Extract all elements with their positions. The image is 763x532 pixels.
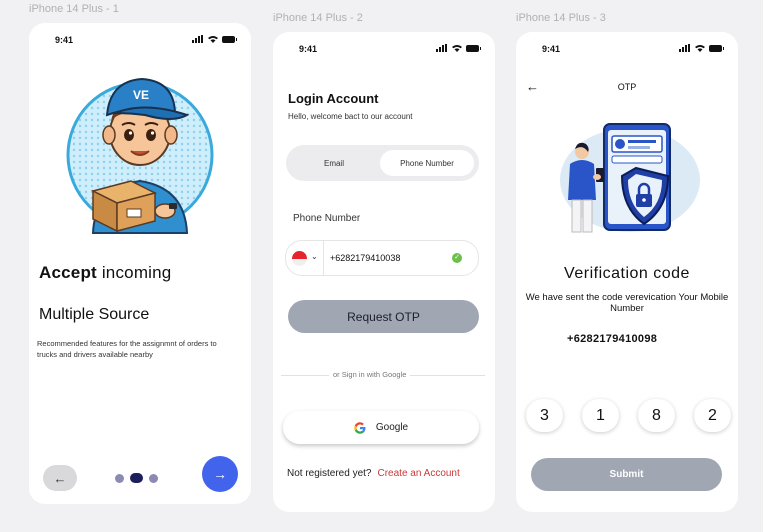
page-dot[interactable] bbox=[149, 473, 158, 483]
verification-title: Verification code bbox=[564, 265, 690, 282]
status-time: 9:41 bbox=[299, 44, 318, 54]
delivery-man-illustration: VE bbox=[66, 77, 214, 234]
status-bar: 9:41 bbox=[29, 23, 251, 53]
not-registered-text: Not registered yet? bbox=[287, 468, 372, 479]
onboarding-description: Recommended features for the assignmnt o… bbox=[37, 339, 217, 359]
frame-title-1: iPhone 14 Plus - 1 bbox=[29, 3, 119, 15]
check-icon: ✓ bbox=[452, 253, 462, 263]
status-icons bbox=[192, 35, 237, 43]
wifi-icon bbox=[695, 45, 705, 52]
page-indicator bbox=[115, 473, 158, 483]
page-dot-active[interactable] bbox=[130, 473, 143, 483]
submit-button[interactable]: Submit bbox=[531, 458, 722, 491]
google-button-label: Google bbox=[375, 422, 409, 433]
signal-icon bbox=[192, 35, 204, 43]
battery-icon bbox=[466, 44, 481, 52]
wifi-icon bbox=[452, 45, 462, 52]
phone-field-label: Phone Number bbox=[293, 213, 361, 224]
google-signin-button[interactable]: Google bbox=[283, 411, 479, 444]
headline-2: Multiple Source bbox=[39, 306, 150, 323]
otp-digit-3[interactable]: 8 bbox=[638, 399, 675, 432]
frame-title-3: iPhone 14 Plus - 3 bbox=[516, 12, 606, 24]
otp-digit-4[interactable]: 2 bbox=[694, 399, 731, 432]
status-time: 9:41 bbox=[542, 44, 561, 54]
onboarding-screen: 9:41 VE Accept incoming Multiple Source … bbox=[29, 23, 251, 504]
arrow-right-icon: → bbox=[213, 466, 227, 482]
headline-bold: Accept bbox=[39, 263, 97, 282]
register-prompt: Not registered yet? Create an Account bbox=[287, 468, 460, 479]
page-title: OTP bbox=[617, 82, 637, 92]
otp-screen: 9:41 ← OTP Verification code We have sen… bbox=[516, 32, 738, 512]
phone-security-illustration bbox=[560, 123, 700, 233]
signal-icon bbox=[436, 44, 448, 52]
frame-title-2: iPhone 14 Plus - 2 bbox=[273, 12, 363, 24]
next-button[interactable]: → bbox=[202, 456, 238, 492]
otp-input-row: 3 1 8 2 bbox=[526, 399, 731, 432]
phone-number-input[interactable]: +6282179410038 bbox=[330, 253, 400, 263]
svg-text:VE: VE bbox=[133, 88, 149, 102]
page-subtitle: Hello, welcome bact to our account bbox=[288, 112, 413, 121]
status-bar: 9:41 bbox=[273, 32, 495, 62]
tab-email[interactable]: Email bbox=[294, 150, 374, 176]
status-icons bbox=[436, 44, 481, 52]
phone-number-field[interactable]: ⌄ +6282179410038 ✓ bbox=[285, 240, 479, 276]
verification-phone-number: +6282179410098 bbox=[567, 333, 658, 345]
login-screen: 9:41 Login Account Hello, welcome bact t… bbox=[273, 32, 495, 512]
back-button[interactable]: ← bbox=[43, 465, 77, 491]
arrow-left-icon: ← bbox=[53, 470, 67, 486]
create-account-link[interactable]: Create an Account bbox=[378, 468, 460, 479]
login-method-toggle: Email Phone Number bbox=[286, 145, 479, 181]
otp-digit-2[interactable]: 1 bbox=[582, 399, 619, 432]
request-otp-button[interactable]: Request OTP bbox=[288, 300, 479, 333]
page-dot[interactable] bbox=[115, 473, 124, 483]
signal-icon bbox=[679, 44, 691, 52]
status-icons bbox=[679, 44, 724, 52]
page-title: Login Account bbox=[288, 91, 379, 106]
wifi-icon bbox=[208, 36, 218, 43]
verification-subtitle: We have sent the code verevication Your … bbox=[525, 292, 729, 314]
headline-1: Accept incoming bbox=[39, 263, 171, 283]
headline-rest: incoming bbox=[101, 263, 172, 282]
chevron-down-icon[interactable]: ⌄ bbox=[311, 252, 318, 261]
battery-icon bbox=[709, 44, 724, 52]
google-divider-text: or Sign in with Google bbox=[329, 370, 411, 379]
google-icon bbox=[354, 421, 366, 434]
status-time: 9:41 bbox=[55, 35, 74, 45]
field-divider bbox=[323, 241, 324, 275]
battery-icon bbox=[222, 35, 237, 43]
otp-digit-1[interactable]: 3 bbox=[526, 399, 563, 432]
status-bar: 9:41 bbox=[516, 32, 738, 62]
indonesia-flag-icon[interactable] bbox=[292, 251, 307, 266]
tab-phone-number[interactable]: Phone Number bbox=[380, 150, 474, 176]
